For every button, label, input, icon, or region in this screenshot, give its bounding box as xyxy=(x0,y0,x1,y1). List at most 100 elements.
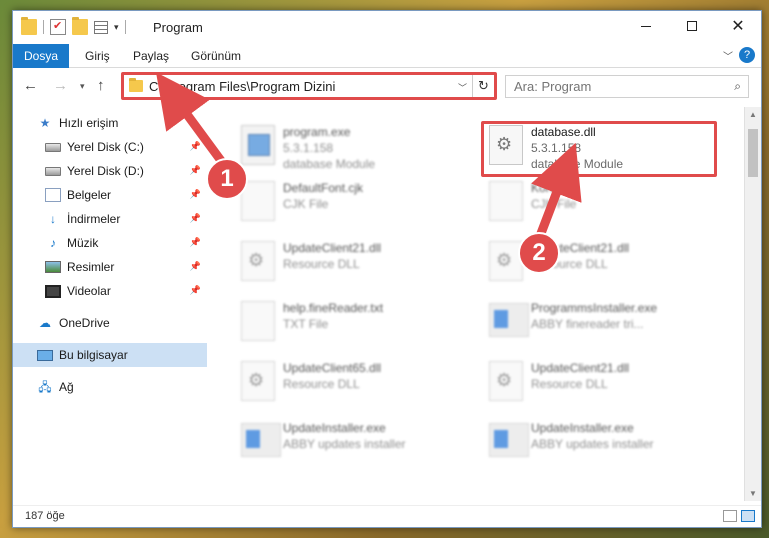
divider xyxy=(124,20,126,34)
dll-gear-icon xyxy=(489,361,523,401)
sidebar-item-local-disk-d[interactable]: Yerel Disk (D:) 📌 xyxy=(13,159,207,183)
search-input[interactable] xyxy=(506,76,716,97)
scroll-down-icon[interactable]: ▼ xyxy=(749,489,757,498)
new-folder-icon[interactable] xyxy=(72,17,88,35)
address-history-chevron-icon[interactable]: ﹀ xyxy=(458,81,467,94)
details-view-icon[interactable] xyxy=(723,510,737,522)
sidebar-item-label: Resimler xyxy=(67,260,115,274)
sidebar-item-pictures[interactable]: Resimler 📌 xyxy=(13,255,207,279)
properties-icon[interactable] xyxy=(50,19,66,35)
file-version: 5.3.1.158 xyxy=(283,141,334,155)
folder-icon xyxy=(129,78,143,92)
help-icon[interactable]: ? xyxy=(739,47,755,63)
search-box[interactable]: ⌕ xyxy=(505,75,749,98)
file-item[interactable]: ProgrammsInstaller.exe ABBY finereader t… xyxy=(481,291,721,345)
sidebar-item-videos[interactable]: Videolar 📌 xyxy=(13,279,207,303)
pin-icon: 📌 xyxy=(189,213,201,223)
sidebar-item-label: Bu bilgisayar xyxy=(59,348,128,362)
file-item[interactable]: Kore.cjk CJK File xyxy=(481,171,721,225)
tab-file[interactable]: Dosya xyxy=(13,44,69,68)
customize-toolbar-chevron-icon[interactable]: ▾ xyxy=(114,22,119,33)
sidebar-item-this-pc[interactable]: Bu bilgisayar xyxy=(13,343,207,367)
file-item[interactable]: DefaultFont.cjk CJK File xyxy=(233,171,473,225)
navigation-pane: ★ Hızlı erişim Yerel Disk (C:) 📌 Yerel D… xyxy=(13,107,207,501)
file-type: Resource DLL xyxy=(531,377,608,391)
sidebar-item-network[interactable]: 🖧 Ağ xyxy=(13,375,207,399)
sidebar-item-label: Hızlı erişim xyxy=(59,116,119,130)
sidebar-item-documents[interactable]: Belgeler 📌 xyxy=(13,183,207,207)
sidebar-item-label: Videolar xyxy=(67,284,111,298)
tab-share[interactable]: Paylaş xyxy=(123,44,179,68)
sidebar-item-onedrive[interactable]: ☁ OneDrive xyxy=(13,311,207,335)
close-icon: ✕ xyxy=(731,18,745,35)
tab-home[interactable]: Giriş xyxy=(75,44,120,68)
maximize-button[interactable] xyxy=(669,11,715,41)
videos-icon xyxy=(45,284,61,298)
address-bar[interactable]: C:\Program Files\Program Dizini ﹀ ↻ xyxy=(121,72,497,100)
file-item[interactable]: UpdateClient65.dll Resource DLL xyxy=(233,351,473,405)
installer-icon xyxy=(489,423,529,457)
annotation-badge-1: 1 xyxy=(206,158,248,200)
pin-icon: 📌 xyxy=(189,237,201,247)
file-item[interactable]: UpdateClient21.dll Resource DLL xyxy=(481,351,721,405)
minimize-icon xyxy=(641,25,651,27)
sidebar-item-label: Yerel Disk (C:) xyxy=(67,140,144,154)
pin-icon: 📌 xyxy=(189,141,201,151)
file-item[interactable]: UpdateClient21.dll Resource DLL xyxy=(233,231,473,285)
maximize-icon xyxy=(687,21,697,31)
file-type: Resource DLL xyxy=(283,377,360,391)
documents-icon xyxy=(45,188,61,202)
layout-icon[interactable] xyxy=(94,20,108,34)
vertical-scrollbar[interactable]: ▲ ▼ xyxy=(744,107,761,501)
sidebar-item-label: OneDrive xyxy=(59,316,110,330)
file-name: UpdateClient65.dll xyxy=(283,361,382,375)
file-list: program.exe 5.3.1.158 database Module da… xyxy=(209,107,744,501)
refresh-icon[interactable]: ↻ xyxy=(472,75,494,97)
file-item[interactable]: UpdateClient21.dll Resource DLL xyxy=(481,231,721,285)
file-name: help.fineReader.txt xyxy=(283,301,384,315)
address-path[interactable]: C:\Program Files\Program Dizini xyxy=(149,79,335,94)
back-arrow-icon[interactable]: ← xyxy=(23,77,38,94)
minimize-button[interactable] xyxy=(623,11,669,41)
search-icon[interactable]: ⌕ xyxy=(734,79,741,94)
pin-icon: 📌 xyxy=(189,165,201,175)
tab-view[interactable]: Görünüm xyxy=(181,44,251,68)
file-item[interactable]: help.fineReader.txt TXT File xyxy=(233,291,473,345)
file-name: UpdateClient21.dll xyxy=(283,241,382,255)
file-name: UpdateClient21.dll xyxy=(531,361,630,375)
scrollbar-thumb[interactable] xyxy=(748,129,758,177)
annotation-badge-2: 2 xyxy=(518,232,560,274)
file-name: DefaultFont.cjk xyxy=(283,181,364,195)
file-name: ProgrammsInstaller.exe xyxy=(531,301,658,315)
text-file-icon xyxy=(241,301,275,341)
quick-access-toolbar: ▾ xyxy=(21,17,126,35)
sidebar-item-label: İndirmeler xyxy=(67,212,121,226)
pin-icon: 📌 xyxy=(189,285,201,295)
sidebar-item-downloads[interactable]: ↓ İndirmeler 📌 xyxy=(13,207,207,231)
program-icon xyxy=(241,125,275,165)
file-type: ABBY finereader tri... xyxy=(531,317,644,331)
up-arrow-icon[interactable]: ↑ xyxy=(97,77,105,94)
recent-locations-chevron-icon[interactable]: ▾ xyxy=(80,81,85,92)
status-bar: 187 öğe xyxy=(13,505,761,527)
ribbon-tabs: Dosya Giriş Paylaş Görünüm ﹀ ? xyxy=(13,44,761,68)
close-button[interactable]: ✕ xyxy=(715,11,761,41)
star-icon: ★ xyxy=(39,116,51,130)
sidebar-item-music[interactable]: ♪ Müzik 📌 xyxy=(13,231,207,255)
sidebar-item-local-disk-c[interactable]: Yerel Disk (C:) 📌 xyxy=(13,135,207,159)
file-item[interactable]: UpdateInstaller.exe ABBY updates install… xyxy=(481,411,721,465)
forward-arrow-icon[interactable]: → xyxy=(53,77,68,94)
network-icon: 🖧 xyxy=(38,380,52,394)
file-name: UpdateInstaller.exe xyxy=(531,421,634,435)
large-icons-view-icon[interactable] xyxy=(741,510,755,522)
pictures-icon xyxy=(45,261,61,273)
file-name: Kore.cjk xyxy=(531,181,575,195)
file-item[interactable]: program.exe 5.3.1.158 database Module xyxy=(233,115,473,171)
cloud-icon: ☁ xyxy=(39,316,51,330)
expand-ribbon-chevron-icon[interactable]: ﹀ xyxy=(723,48,733,63)
scroll-up-icon[interactable]: ▲ xyxy=(749,110,757,119)
sidebar-item-quick-access[interactable]: ★ Hızlı erişim xyxy=(13,111,207,135)
divider xyxy=(43,20,44,34)
item-count: 187 öğe xyxy=(25,510,65,522)
file-item[interactable]: UpdateInstaller.exe ABBY updates install… xyxy=(233,411,473,465)
